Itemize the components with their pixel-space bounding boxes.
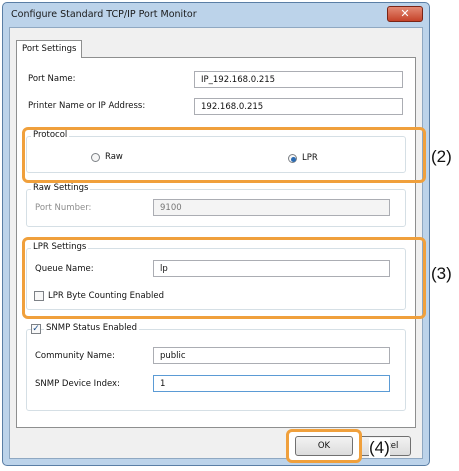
port-number-label: Port Number: (35, 203, 92, 213)
printer-address-field[interactable]: 192.168.0.215 (194, 98, 403, 115)
callout-4: (4) (369, 438, 390, 458)
lpr-settings-highlight (22, 237, 426, 319)
snmp-device-index-value: 1 (160, 379, 166, 389)
snmp-group (26, 329, 406, 411)
port-number-value: 9100 (160, 203, 182, 213)
title-bar[interactable]: Configure Standard TCP/IP Port Monitor ✕ (3, 3, 429, 27)
ok-button-highlighted[interactable]: OK (295, 436, 353, 456)
callout-2: (2) (431, 147, 452, 166)
community-name-label: Community Name: (35, 351, 115, 361)
close-button[interactable]: ✕ (387, 6, 423, 22)
community-name-field[interactable]: public (153, 347, 390, 364)
port-name-field[interactable]: IP_192.168.0.215 (194, 71, 403, 88)
snmp-enabled-label[interactable]: SNMP Status Enabled (44, 323, 140, 333)
printer-address-value: 192.168.0.215 (201, 102, 264, 112)
protocol-highlight (22, 127, 426, 183)
snmp-device-index-label: SNMP Device Index: (35, 379, 120, 389)
port-number-field[interactable]: 9100 (153, 199, 390, 216)
raw-settings-title: Raw Settings (31, 183, 91, 193)
community-name-value: public (160, 351, 186, 361)
tab-port-settings[interactable]: Port Settings (16, 40, 82, 58)
printer-name-label: Printer Name or IP Address: (28, 101, 146, 111)
dialog-window: Configure Standard TCP/IP Port Monitor ✕… (2, 2, 430, 466)
snmp-enabled-checkbox[interactable]: ✓ (31, 324, 41, 334)
window-title: Configure Standard TCP/IP Port Monitor (11, 9, 197, 20)
snmp-device-index-field[interactable]: 1 (153, 375, 390, 392)
close-icon: ✕ (400, 7, 410, 20)
port-name-value: IP_192.168.0.215 (201, 75, 276, 85)
ok-highlight-label: OK (317, 441, 331, 451)
callout-3: (3) (431, 264, 452, 283)
port-name-label: Port Name: (28, 74, 76, 84)
tab-label: Port Settings (22, 44, 77, 54)
